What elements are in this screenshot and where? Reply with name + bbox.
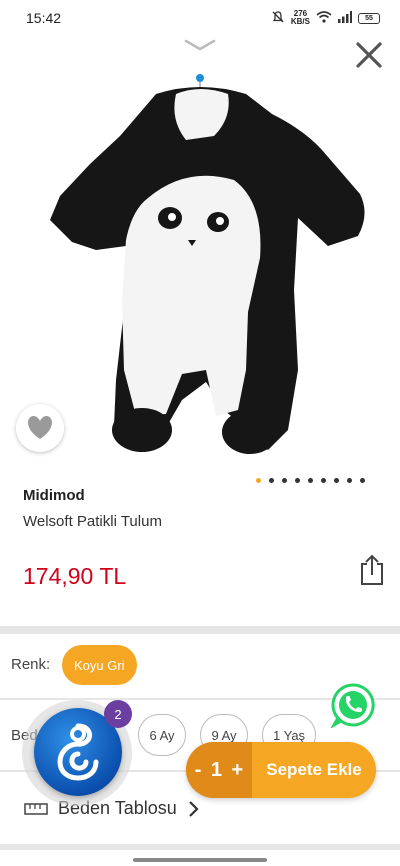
size-option[interactable]: 6 Ay xyxy=(138,714,186,756)
product-photo xyxy=(50,74,365,454)
product-name: Welsoft Patikli Tulum xyxy=(23,513,162,530)
chevron-right-icon xyxy=(189,800,199,817)
chevron-down-icon[interactable] xyxy=(184,38,216,52)
pagination-dot[interactable] xyxy=(334,478,339,483)
product-brand[interactable]: Midimod xyxy=(23,487,85,504)
image-pagination xyxy=(256,478,365,483)
section-divider xyxy=(0,626,400,634)
pagination-dot[interactable] xyxy=(256,478,261,483)
close-icon[interactable] xyxy=(354,40,384,70)
whatsapp-icon[interactable] xyxy=(330,682,376,728)
quantity-stepper: - 1 + xyxy=(186,742,252,798)
pagination-dot[interactable] xyxy=(360,478,365,483)
share-icon[interactable] xyxy=(358,554,386,586)
product-price: 174,90 TL xyxy=(23,563,127,589)
pagination-dot[interactable] xyxy=(347,478,352,483)
pagination-dot[interactable] xyxy=(282,478,287,483)
status-bar: 15:42 276 KB/S 55 xyxy=(0,0,400,36)
heart-icon xyxy=(28,415,52,439)
mute-icon xyxy=(271,10,285,27)
status-time: 15:42 xyxy=(26,10,62,26)
pagination-dot[interactable] xyxy=(295,478,300,483)
pagination-dot[interactable] xyxy=(321,478,326,483)
favorite-button[interactable] xyxy=(16,404,64,452)
notification-badge: 2 xyxy=(104,700,132,728)
color-label: Renk: xyxy=(11,656,51,673)
status-icons: 276 KB/S 55 xyxy=(271,10,380,27)
section-divider xyxy=(0,844,400,850)
home-indicator[interactable] xyxy=(133,858,267,862)
add-to-cart-button[interactable]: Sepete Ekle xyxy=(252,742,376,798)
pagination-dot[interactable] xyxy=(269,478,274,483)
decrease-button[interactable]: - xyxy=(195,759,202,782)
signal-icon xyxy=(338,10,352,26)
net-speed: 276 KB/S xyxy=(290,9,310,26)
color-option-selected[interactable]: Koyu Gri xyxy=(62,645,137,685)
wifi-icon xyxy=(316,10,332,26)
pagination-dot[interactable] xyxy=(308,478,313,483)
battery-icon: 55 xyxy=(358,12,380,24)
increase-button[interactable]: + xyxy=(232,759,244,782)
size-table-link[interactable]: Beden Tablosu xyxy=(24,798,199,819)
ruler-icon xyxy=(24,802,48,815)
add-to-cart-bar: - 1 + Sepete Ekle xyxy=(186,742,376,798)
quantity-value: 1 xyxy=(210,758,223,781)
